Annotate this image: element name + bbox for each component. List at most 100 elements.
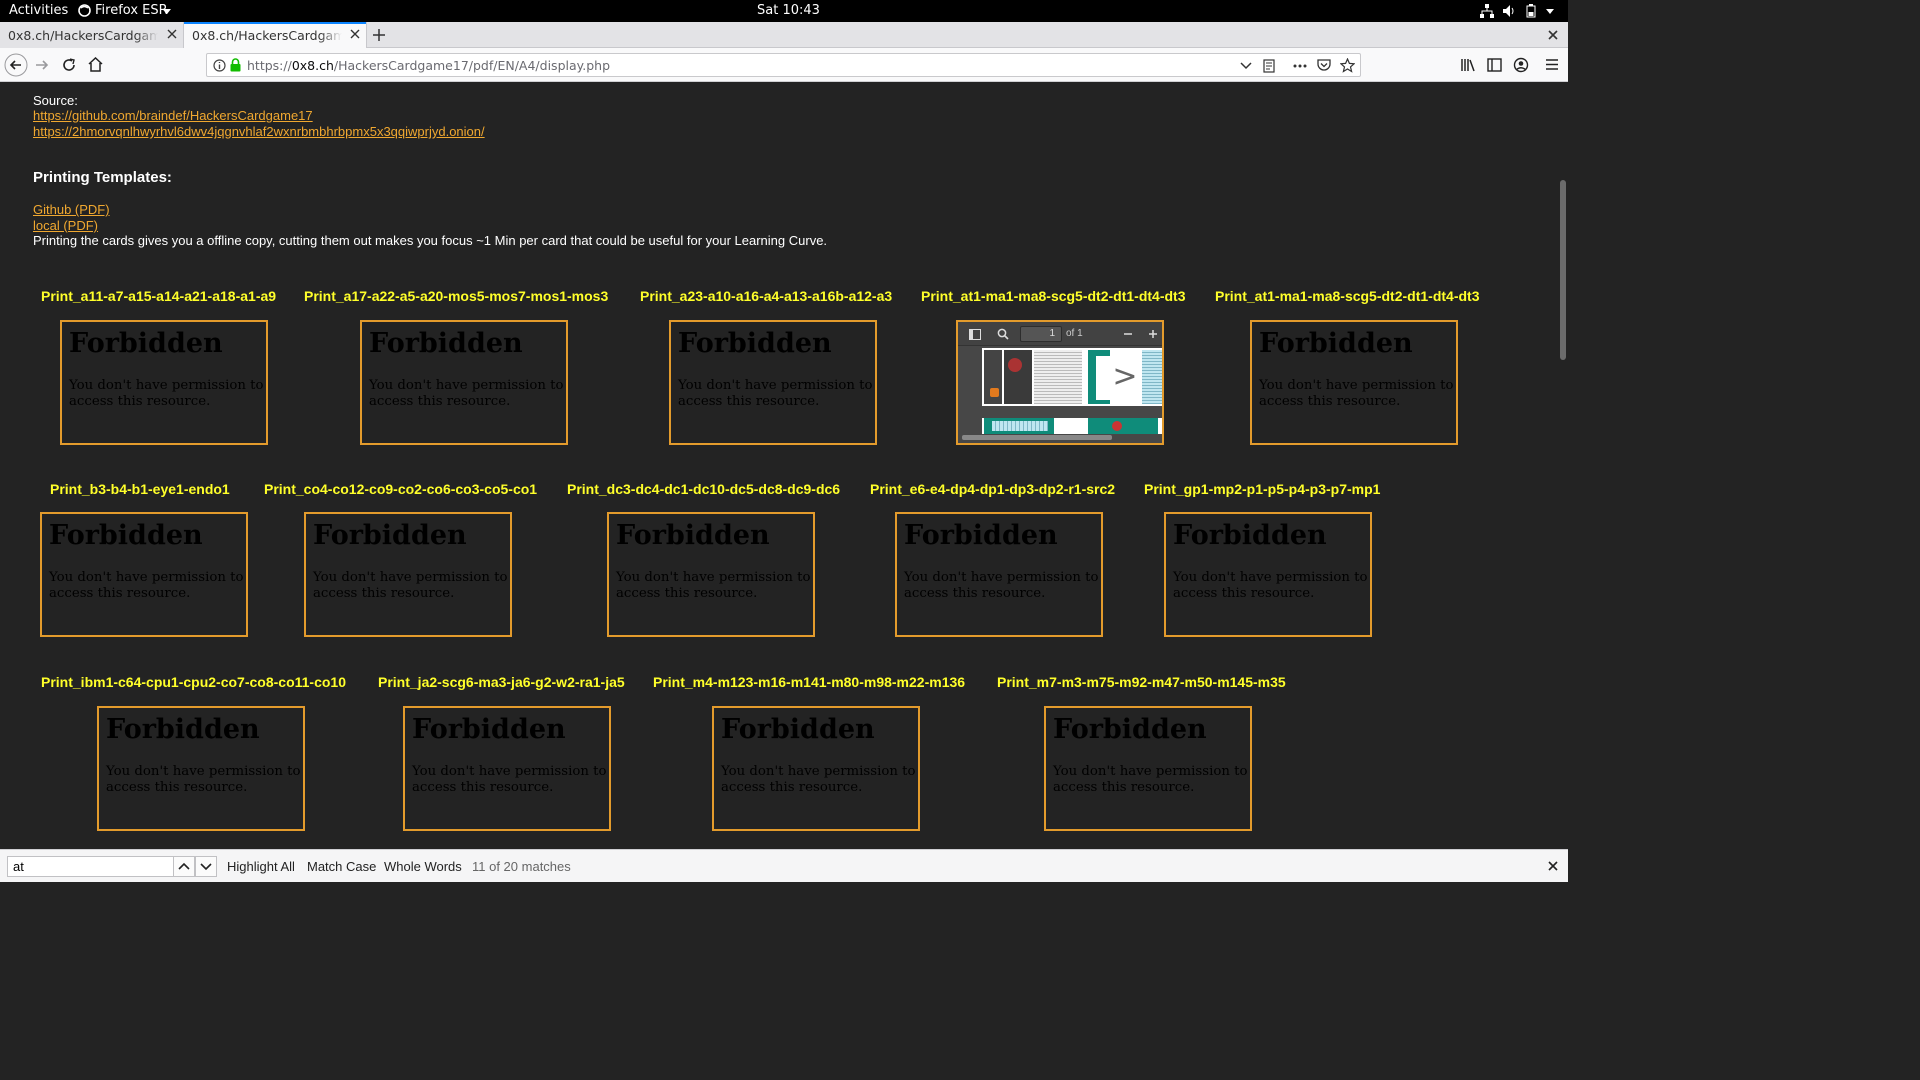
forbidden-message: You don't have permission to access this… (1259, 378, 1454, 409)
app-menu-label[interactable]: Firefox ESR (95, 3, 168, 18)
url-path: /HackersCardgame17/pdf/EN/A4/display.php (333, 58, 611, 73)
forbidden-message: You don't have permission to access this… (106, 764, 301, 795)
forbidden-message: You don't have permission to access this… (49, 570, 244, 601)
forbidden-message: You don't have permission to access this… (678, 378, 873, 409)
card-image-icon (1112, 421, 1122, 431)
home-icon[interactable] (88, 57, 103, 72)
pdf-search-icon[interactable] (997, 328, 1009, 340)
pdf-viewer-frame[interactable]: 1 of 1 > (956, 320, 1164, 445)
forbidden-heading: Forbidden (1173, 520, 1327, 551)
forbidden-heading: Forbidden (49, 520, 203, 551)
pocket-icon[interactable] (1317, 59, 1331, 72)
forbidden-heading: Forbidden (1053, 714, 1207, 745)
info-icon[interactable] (213, 59, 226, 72)
forbidden-message: You don't have permission to access this… (616, 570, 811, 601)
card-badge-icon (990, 388, 999, 397)
github-source-link[interactable]: https://github.com/braindef/HackersCardg… (33, 108, 313, 123)
card-image-icon (1008, 358, 1022, 372)
forbidden-heading: Forbidden (69, 328, 223, 359)
back-button-icon[interactable] (4, 53, 28, 77)
close-find-bar-icon[interactable] (1546, 859, 1560, 873)
match-case-toggle[interactable]: Match Case (307, 859, 376, 874)
card-title: Print_e6-e4-dp4-dp1-dp3-dp2-r1-src2 (870, 481, 1116, 497)
sidebar-toggle-icon[interactable] (1487, 58, 1502, 72)
card-title: Print_gp1-mp2-p1-p5-p4-p3-p7-mp1 (1144, 481, 1381, 497)
battery-icon[interactable] (1526, 4, 1536, 18)
network-icon[interactable] (1480, 4, 1494, 18)
card-title: Print_b3-b4-b1-eye1-endo1 (50, 481, 230, 497)
pdf-zoom-out-icon[interactable] (1123, 329, 1133, 339)
system-menu-chevron-icon[interactable] (1546, 9, 1554, 14)
forbidden-message: You don't have permission to access this… (69, 378, 264, 409)
library-icon[interactable] (1461, 58, 1476, 72)
close-tab-icon[interactable] (348, 27, 362, 41)
card-title: Print_m4-m123-m16-m141-m80-m98-m22-m136 (653, 674, 966, 690)
new-tab-icon[interactable] (372, 28, 386, 42)
account-icon[interactable] (1513, 57, 1529, 73)
forbidden-frame: Forbidden You don't have permission to ac… (60, 320, 268, 445)
card-title: Print_m7-m3-m75-m92-m47-m50-m145-m35 (997, 674, 1286, 690)
printing-templates-heading: Printing Templates: (33, 169, 172, 186)
hamburger-menu-icon[interactable] (1545, 58, 1559, 71)
forward-button-icon[interactable] (35, 58, 49, 72)
url-bar[interactable]: https://0x8.ch/HackersCardgame17/pdf/EN/… (206, 53, 1361, 77)
pdf-horizontal-scrollbar[interactable] (962, 435, 1112, 440)
card-title: Print_a17-a22-a5-a20-mos5-mos7-mos1-mos3 (304, 288, 609, 304)
tab-title: 0x8.ch/HackersCardgame17/pdf/EN/A4/displ… (192, 28, 342, 43)
forbidden-message: You don't have permission to access this… (1053, 764, 1248, 795)
forbidden-message: You don't have permission to access this… (904, 570, 1099, 601)
local-pdf-link[interactable]: local (PDF) (33, 218, 98, 233)
find-input[interactable]: at (7, 856, 174, 877)
find-previous-button[interactable] (173, 856, 195, 877)
forbidden-heading: Forbidden (721, 714, 875, 745)
pdf-toolbar: 1 of 1 (958, 322, 1162, 346)
page-scrollbar-thumb[interactable] (1560, 180, 1566, 360)
forbidden-heading: Forbidden (616, 520, 770, 551)
volume-icon[interactable] (1502, 4, 1516, 18)
github-pdf-link[interactable]: Github (PDF) (33, 202, 110, 217)
card-title: Print_at1-ma1-ma8-scg5-dt2-dt1-dt4-dt3 (1215, 288, 1480, 304)
pdf-sidebar-toggle-icon[interactable] (969, 329, 981, 340)
forbidden-heading: Forbidden (106, 714, 260, 745)
onion-source-link[interactable]: https://2hmorvqnlhwyrhvl6dwv4jqgnvhlaf2w… (33, 124, 485, 139)
forbidden-frame: Forbidden You don't have permission to ac… (895, 512, 1103, 637)
highlight-all-toggle[interactable]: Highlight All (227, 859, 295, 874)
pdf-page-number-input[interactable]: 1 (1020, 326, 1062, 342)
forbidden-frame: Forbidden You don't have permission to ac… (360, 320, 568, 445)
firefox-icon (78, 4, 91, 17)
forbidden-frame: Forbidden You don't have permission to ac… (1164, 512, 1372, 637)
close-window-icon[interactable] (1546, 28, 1560, 42)
pdf-page-preview (982, 418, 1162, 434)
reader-view-icon[interactable] (1263, 59, 1275, 73)
lock-icon[interactable] (230, 58, 241, 72)
reload-icon[interactable] (62, 58, 76, 72)
card-thumbnail (1088, 418, 1158, 434)
clock[interactable]: Sat 10:43 (757, 3, 820, 18)
find-next-button[interactable] (195, 856, 217, 877)
activities-button[interactable]: Activities (9, 3, 68, 18)
close-tab-icon[interactable] (165, 27, 179, 41)
page-actions-icon[interactable] (1293, 64, 1307, 68)
bookmark-star-icon[interactable] (1340, 58, 1355, 73)
forbidden-frame: Forbidden You don't have permission to ac… (1250, 320, 1458, 445)
match-count-status: 11 of 20 matches (472, 859, 571, 874)
forbidden-message: You don't have permission to access this… (1173, 570, 1368, 601)
whole-words-toggle[interactable]: Whole Words (384, 859, 462, 874)
url-text: https://0x8.ch/HackersCardgame17/pdf/EN/… (247, 58, 610, 73)
forbidden-heading: Forbidden (678, 328, 832, 359)
tab-strip: 0x8.ch/HackersCardgame17/pdf/EN/A4/displ… (0, 22, 1568, 48)
url-dropdown-icon[interactable] (1240, 62, 1252, 70)
tab-1[interactable]: 0x8.ch/HackersCardgame17/pdf/EN/A4/displ… (0, 22, 183, 48)
card-text-thumbnail (1142, 350, 1162, 404)
tab-2[interactable]: 0x8.ch/HackersCardgame17/pdf/EN/A4/displ… (183, 22, 367, 48)
source-label: Source: (33, 93, 78, 108)
chevron-down-icon (163, 9, 171, 14)
card-title: Print_co4-co12-co9-co2-co6-co3-co5-co1 (264, 481, 538, 497)
description-text: Printing the cards gives you a offline c… (33, 233, 828, 248)
system-top-bar: Activities Firefox ESR Sat 10:43 (0, 0, 1568, 22)
chevron-up-icon (178, 862, 190, 870)
forbidden-heading: Forbidden (313, 520, 467, 551)
forbidden-message: You don't have permission to access this… (721, 764, 916, 795)
card-title: Print_at1-ma1-ma8-scg5-dt2-dt1-dt4-dt3 (921, 288, 1186, 304)
pdf-zoom-in-icon[interactable] (1148, 329, 1158, 339)
